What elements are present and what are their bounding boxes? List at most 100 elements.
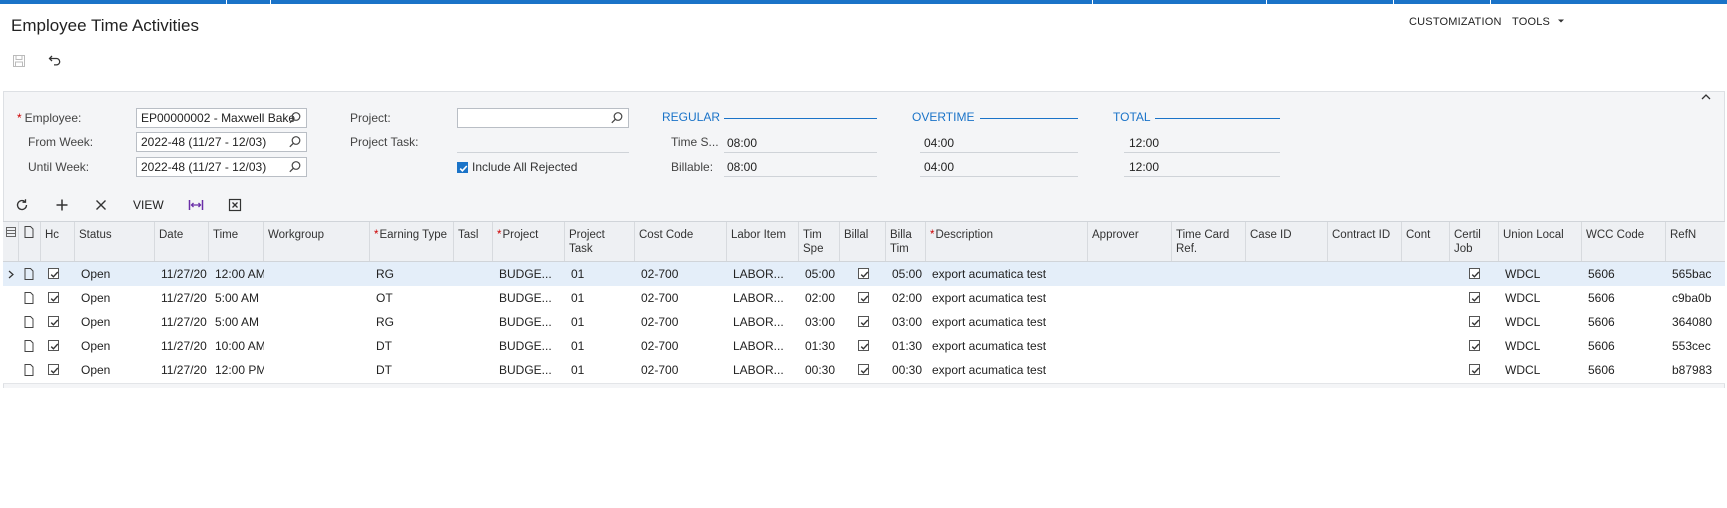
approver-header[interactable]: Approver: [1088, 222, 1172, 261]
hold-checkbox[interactable]: [48, 268, 59, 279]
project-task-header[interactable]: Project Task: [565, 222, 635, 261]
hold-checkbox[interactable]: [48, 340, 59, 351]
wcc-code-header[interactable]: WCC Code: [1582, 222, 1666, 261]
collapse-icon[interactable]: [1700, 91, 1712, 103]
cell-time: 5:00 AM: [215, 291, 260, 305]
time-card-ref-header[interactable]: Time Card Ref.: [1172, 222, 1246, 261]
cell-project-task: 01: [571, 363, 585, 377]
export-excel-icon[interactable]: [225, 195, 245, 215]
file-icon[interactable]: [24, 316, 34, 328]
from-week-label: From Week:: [28, 135, 94, 149]
contract-id-header[interactable]: Contract ID: [1328, 222, 1402, 261]
cell-date: 11/27/20: [161, 291, 207, 305]
view-button[interactable]: VIEW: [133, 198, 164, 212]
labor-item-header[interactable]: Labor Item: [727, 222, 799, 261]
regular-time-spent: 08:00: [727, 136, 758, 150]
file-icon[interactable]: [24, 292, 34, 304]
until-week-input[interactable]: 2022-48 (11/27 - 12/03): [136, 157, 307, 177]
cell-time-spent: 00:30: [805, 363, 836, 377]
cell-description: export acumatica test: [932, 339, 1047, 353]
files-header[interactable]: [19, 222, 41, 261]
certified-job-checkbox[interactable]: [1469, 292, 1480, 303]
cell-description: export acumatica test: [932, 291, 1047, 305]
billable-checkbox[interactable]: [858, 268, 869, 279]
include-rejected-checkbox[interactable]: [457, 162, 468, 173]
cell-project: BUDGE...: [499, 363, 552, 377]
add-icon[interactable]: [52, 195, 72, 215]
billable-checkbox[interactable]: [858, 364, 869, 375]
search-icon[interactable]: [610, 111, 624, 125]
time-spent-header[interactable]: Tim Spe: [799, 222, 840, 261]
table-row[interactable]: Open 11/27/20 5:00 AM OT BUDGE... 01 02-700 LAB…: [3, 286, 1725, 312]
table-row[interactable]: Open 11/27/20 12:00 PM DT BUDGE... 01 02-700 LA…: [3, 358, 1725, 384]
file-icon[interactable]: [24, 340, 34, 352]
file-icon[interactable]: [24, 364, 34, 376]
project-header[interactable]: *Project: [493, 222, 565, 261]
cell-time-spent: 05:00: [805, 267, 836, 281]
overtime-time-spent: 04:00: [924, 136, 955, 150]
certified-job-header[interactable]: Certil Job: [1450, 222, 1499, 261]
project-task-field[interactable]: [457, 152, 629, 153]
status-header[interactable]: Status: [75, 222, 155, 261]
cell-description: export acumatica test: [932, 363, 1047, 377]
contact-header[interactable]: Cont: [1402, 222, 1450, 261]
cell-status: Open: [81, 315, 111, 329]
hold-checkbox[interactable]: [48, 316, 59, 327]
certified-job-checkbox[interactable]: [1469, 364, 1480, 375]
cell-wcc-code: 5606: [1588, 339, 1615, 353]
cell-union-local: WDCL: [1505, 291, 1541, 305]
table-row[interactable]: Open 11/27/20 12:00 AM RG BUDGE... 01 02-700 LA…: [3, 262, 1725, 288]
cell-earning-type: DT: [376, 339, 392, 353]
earning-type-header[interactable]: *Earning Type: [370, 222, 454, 261]
file-icon[interactable]: [24, 268, 34, 280]
billable-checkbox[interactable]: [858, 340, 869, 351]
cell-cost-code: 02-700: [641, 267, 679, 281]
employee-input[interactable]: EP00000002 - Maxwell Bake: [136, 108, 307, 128]
certified-job-checkbox[interactable]: [1469, 340, 1480, 351]
project-input[interactable]: [457, 108, 629, 128]
description-header[interactable]: *Description: [926, 222, 1088, 261]
hold-checkbox[interactable]: [48, 364, 59, 375]
customization-menu[interactable]: CUSTOMIZATION: [1409, 16, 1502, 28]
search-icon[interactable]: [288, 135, 302, 149]
hold-header[interactable]: Hc: [41, 222, 75, 261]
certified-job-checkbox[interactable]: [1469, 268, 1480, 279]
include-rejected-label: Include All Rejected: [472, 160, 578, 174]
grid-options-icon[interactable]: [6, 226, 16, 238]
union-local-header[interactable]: Union Local: [1499, 222, 1582, 261]
billable-header[interactable]: Billal: [840, 222, 886, 261]
from-week-input[interactable]: 2022-48 (11/27 - 12/03): [136, 132, 307, 152]
billable-checkbox[interactable]: [858, 316, 869, 327]
regular-billable: 08:00: [727, 160, 758, 174]
workgroup-header[interactable]: Workgroup: [264, 222, 370, 261]
cell-union-local: WDCL: [1505, 267, 1541, 281]
billable-time-header[interactable]: Billa Tim: [886, 222, 926, 261]
search-icon[interactable]: [288, 160, 302, 174]
table-row[interactable]: Open 11/27/20 5:00 AM RG BUDGE... 01 02-700 LAB…: [3, 310, 1725, 336]
cell-earning-type: RG: [376, 315, 394, 329]
task-header[interactable]: Tasl: [454, 222, 493, 261]
billable-checkbox[interactable]: [858, 292, 869, 303]
time-header[interactable]: Time: [209, 222, 264, 261]
cell-time-spent: 02:00: [805, 291, 836, 305]
refresh-icon[interactable]: [12, 195, 32, 215]
cell-time: 12:00 PM: [215, 363, 264, 377]
hold-checkbox[interactable]: [48, 292, 59, 303]
tools-menu[interactable]: TOOLS: [1512, 16, 1565, 28]
undo-icon[interactable]: [45, 50, 65, 70]
ref-nbr-header[interactable]: RefN: [1666, 222, 1725, 261]
table-row[interactable]: Open 11/27/20 10:00 AM DT BUDGE... 01 02-700 LA…: [3, 334, 1725, 360]
cell-billable-time: 01:30: [892, 339, 923, 353]
cost-code-header[interactable]: Cost Code: [635, 222, 727, 261]
fit-columns-icon[interactable]: [186, 195, 206, 215]
search-icon[interactable]: [288, 111, 302, 125]
save-icon[interactable]: [9, 51, 29, 71]
certified-job-checkbox[interactable]: [1469, 316, 1480, 327]
row-selector-header[interactable]: [3, 222, 19, 261]
delete-icon[interactable]: [91, 195, 111, 215]
case-id-header[interactable]: Case ID: [1246, 222, 1328, 261]
cell-ref-nbr: 364080: [1672, 315, 1713, 329]
date-header[interactable]: Date: [155, 222, 209, 261]
cell-project: BUDGE...: [499, 315, 552, 329]
cell-date: 11/27/20: [161, 339, 207, 353]
